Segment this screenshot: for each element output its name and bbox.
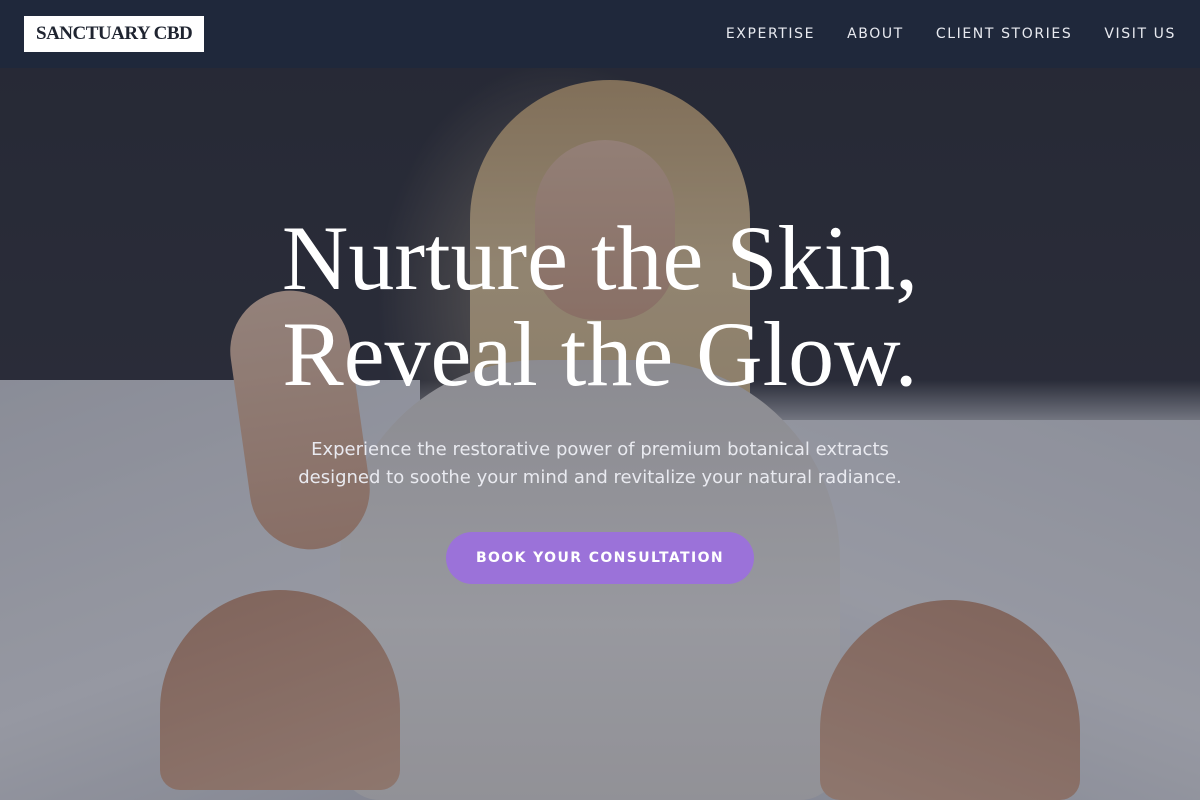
nav-link-expertise[interactable]: EXPERTISE bbox=[726, 26, 815, 42]
nav-link-visit-us[interactable]: VISIT US bbox=[1104, 26, 1176, 42]
hero-subtitle-line1: Experience the restorative power of prem… bbox=[311, 439, 889, 460]
hero-headline-line2: Reveal the Glow. bbox=[282, 303, 918, 405]
hero-headline: Nurture the Skin, Reveal the Glow. bbox=[0, 210, 1200, 402]
site-logo[interactable]: SANCTUARY CBD bbox=[24, 16, 205, 52]
site-header: SANCTUARY CBD EXPERTISE ABOUT CLIENT STO… bbox=[0, 0, 1200, 68]
main-nav: EXPERTISE ABOUT CLIENT STORIES VISIT US bbox=[726, 26, 1176, 42]
hero-subtitle: Experience the restorative power of prem… bbox=[280, 436, 920, 492]
book-consultation-button[interactable]: BOOK YOUR CONSULTATION bbox=[446, 532, 754, 584]
landing-page: SANCTUARY CBD EXPERTISE ABOUT CLIENT STO… bbox=[0, 0, 1200, 800]
hero-section: Nurture the Skin, Reveal the Glow. Exper… bbox=[0, 210, 1200, 584]
hero-subtitle-line2: designed to soothe your mind and revital… bbox=[298, 467, 902, 488]
nav-link-client-stories[interactable]: CLIENT STORIES bbox=[936, 26, 1072, 42]
nav-link-about[interactable]: ABOUT bbox=[847, 26, 904, 42]
hero-headline-line1: Nurture the Skin, bbox=[281, 207, 919, 309]
